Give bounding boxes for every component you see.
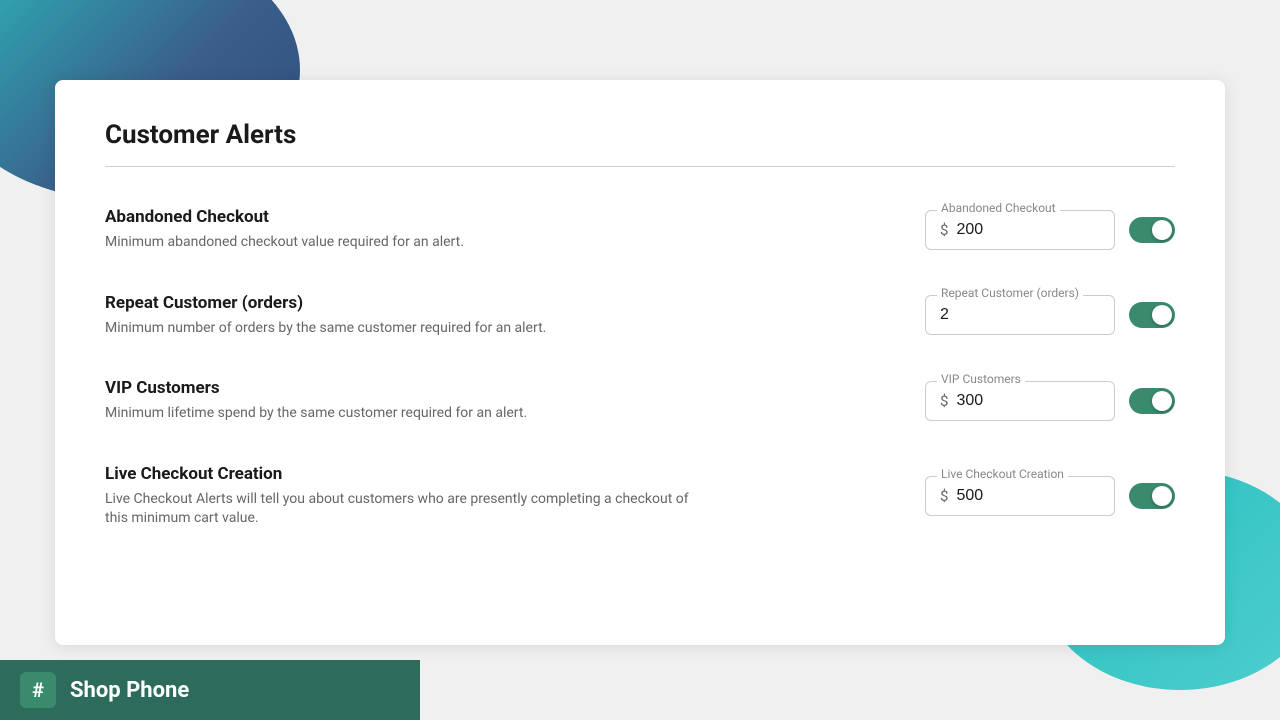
- field-input-row-live-checkout: $: [925, 476, 1115, 516]
- alert-row-live-checkout: Live Checkout Creation Live Checkout Ale…: [105, 464, 1175, 529]
- brand-name: Shop Phone: [70, 678, 189, 703]
- field-input-live-checkout[interactable]: [956, 487, 1100, 505]
- field-input-abandoned-checkout[interactable]: [956, 221, 1100, 239]
- title-divider: [105, 166, 1175, 167]
- alert-info-live-checkout: Live Checkout Creation Live Checkout Ale…: [105, 464, 925, 529]
- toggle-thumb-abandoned-checkout: [1152, 220, 1172, 240]
- main-card: Customer Alerts Abandoned Checkout Minim…: [55, 80, 1225, 645]
- field-input-row-abandoned-checkout: $: [925, 210, 1115, 250]
- alert-title-abandoned-checkout: Abandoned Checkout: [105, 207, 925, 227]
- alert-info-abandoned-checkout: Abandoned Checkout Minimum abandoned che…: [105, 207, 925, 253]
- alert-row-repeat-customer: Repeat Customer (orders) Minimum number …: [105, 293, 1175, 339]
- field-label-live-checkout: Live Checkout Creation: [937, 467, 1068, 481]
- bottom-bar: # Shop Phone: [0, 660, 420, 720]
- alerts-container: Abandoned Checkout Minimum abandoned che…: [105, 207, 1175, 529]
- alert-row-vip-customers: VIP Customers Minimum lifetime spend by …: [105, 378, 1175, 424]
- toggle-thumb-vip-customers: [1152, 391, 1172, 411]
- alert-controls-repeat-customer: Repeat Customer (orders): [925, 295, 1175, 335]
- currency-symbol: $: [940, 487, 948, 505]
- alert-desc-live-checkout: Live Checkout Alerts will tell you about…: [105, 490, 705, 529]
- field-wrapper-abandoned-checkout: Abandoned Checkout $: [925, 210, 1115, 250]
- field-wrapper-live-checkout: Live Checkout Creation $: [925, 476, 1115, 516]
- field-label-vip-customers: VIP Customers: [937, 372, 1025, 386]
- alert-title-repeat-customer: Repeat Customer (orders): [105, 293, 925, 313]
- field-wrapper-repeat-customer: Repeat Customer (orders): [925, 295, 1115, 335]
- field-label-abandoned-checkout: Abandoned Checkout: [937, 201, 1060, 215]
- toggle-abandoned-checkout[interactable]: [1129, 217, 1175, 243]
- currency-symbol: $: [940, 392, 948, 410]
- field-input-vip-customers[interactable]: [956, 392, 1100, 410]
- alert-desc-abandoned-checkout: Minimum abandoned checkout value require…: [105, 233, 705, 253]
- alert-title-vip-customers: VIP Customers: [105, 378, 925, 398]
- toggle-vip-customers[interactable]: [1129, 388, 1175, 414]
- alert-title-live-checkout: Live Checkout Creation: [105, 464, 925, 484]
- alert-info-repeat-customer: Repeat Customer (orders) Minimum number …: [105, 293, 925, 339]
- alert-row-abandoned-checkout: Abandoned Checkout Minimum abandoned che…: [105, 207, 1175, 253]
- page-title: Customer Alerts: [105, 120, 1175, 150]
- currency-symbol: $: [940, 221, 948, 239]
- field-input-repeat-customer[interactable]: [940, 306, 1100, 324]
- field-label-repeat-customer: Repeat Customer (orders): [937, 286, 1083, 300]
- field-input-row-repeat-customer: [925, 295, 1115, 335]
- field-wrapper-vip-customers: VIP Customers $: [925, 381, 1115, 421]
- toggle-live-checkout[interactable]: [1129, 483, 1175, 509]
- alert-controls-abandoned-checkout: Abandoned Checkout $: [925, 210, 1175, 250]
- alert-desc-repeat-customer: Minimum number of orders by the same cus…: [105, 319, 705, 339]
- toggle-repeat-customer[interactable]: [1129, 302, 1175, 328]
- alert-info-vip-customers: VIP Customers Minimum lifetime spend by …: [105, 378, 925, 424]
- alert-controls-vip-customers: VIP Customers $: [925, 381, 1175, 421]
- alert-desc-vip-customers: Minimum lifetime spend by the same custo…: [105, 404, 705, 424]
- field-input-row-vip-customers: $: [925, 381, 1115, 421]
- brand-icon: #: [20, 672, 56, 708]
- alert-controls-live-checkout: Live Checkout Creation $: [925, 476, 1175, 516]
